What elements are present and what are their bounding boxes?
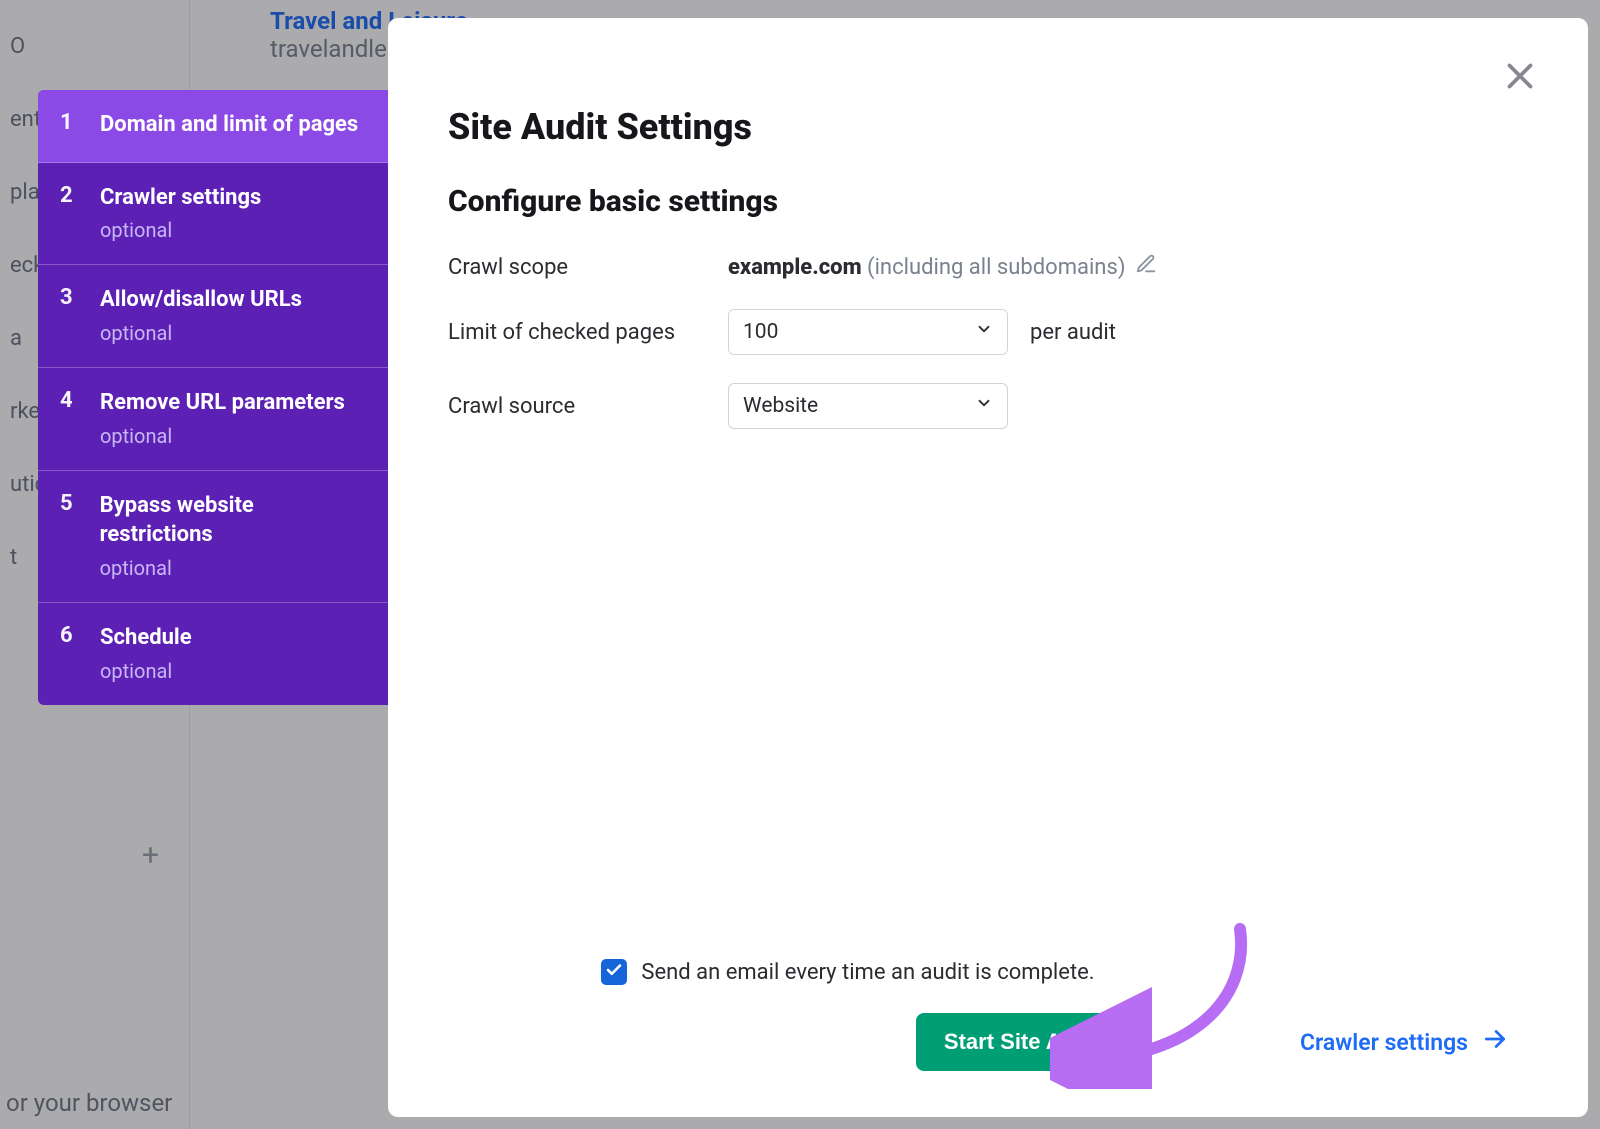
crawl-scope-domain: example.com [728, 255, 862, 280]
site-audit-settings-modal: Site Audit Settings Configure basic sett… [388, 18, 1588, 1117]
limit-pages-select[interactable]: 100 [728, 309, 1008, 355]
modal-title: Site Audit Settings [448, 106, 1508, 148]
wizard-step-optional: optional [100, 556, 366, 580]
chevron-down-icon [975, 394, 993, 418]
modal-subtitle: Configure basic settings [448, 184, 1508, 219]
crawl-source-label: Crawl source [448, 394, 728, 419]
wizard-step-nav: 1 Domain and limit of pages 2 Crawler se… [38, 90, 388, 705]
arrow-right-icon [1482, 1026, 1508, 1058]
crawl-scope-hint: (including all subdomains) [867, 255, 1125, 280]
email-notification-label: Send an email every time an audit is com… [641, 960, 1094, 985]
crawl-source-row: Crawl source Website [448, 383, 1508, 429]
close-icon [1502, 79, 1538, 98]
wizard-step-optional: optional [100, 321, 302, 345]
wizard-step-number: 5 [60, 491, 78, 516]
pencil-icon [1135, 253, 1157, 281]
wizard-step-optional: optional [100, 424, 345, 448]
start-site-audit-button[interactable]: Start Site Audit [916, 1013, 1130, 1071]
wizard-step-2[interactable]: 2 Crawler settings optional [38, 163, 388, 266]
wizard-step-optional: optional [100, 218, 261, 242]
crawl-source-value: Website [743, 394, 818, 418]
wizard-step-1[interactable]: 1 Domain and limit of pages [38, 90, 388, 163]
crawler-settings-link-label: Crawler settings [1300, 1029, 1468, 1056]
wizard-step-4[interactable]: 4 Remove URL parameters optional [38, 368, 388, 471]
wizard-step-number: 4 [60, 388, 78, 413]
wizard-step-number: 1 [60, 110, 78, 135]
wizard-step-title: Bypass website restrictions [100, 491, 366, 550]
crawl-scope-label: Crawl scope [448, 255, 728, 280]
close-button[interactable] [1502, 58, 1538, 94]
wizard-step-number: 3 [60, 285, 78, 310]
wizard-step-title: Allow/disallow URLs [100, 285, 302, 315]
wizard-step-title: Remove URL parameters [100, 388, 345, 418]
crawl-source-select[interactable]: Website [728, 383, 1008, 429]
limit-pages-suffix: per audit [1030, 320, 1116, 345]
wizard-step-optional: optional [100, 659, 192, 683]
wizard-step-5[interactable]: 5 Bypass website restrictions optional [38, 471, 388, 603]
crawl-scope-value: example.com (including all subdomains) [728, 255, 1125, 280]
wizard-step-number: 6 [60, 623, 78, 648]
email-notification-row: Send an email every time an audit is com… [448, 959, 1508, 985]
wizard-step-title: Crawler settings [100, 183, 261, 213]
wizard-step-title: Schedule [100, 623, 192, 653]
email-notification-checkbox[interactable] [601, 959, 627, 985]
wizard-step-number: 2 [60, 183, 78, 208]
limit-pages-row: Limit of checked pages 100 per audit [448, 309, 1508, 355]
crawl-scope-row: Crawl scope example.com (including all s… [448, 253, 1508, 281]
check-icon [605, 960, 623, 985]
limit-pages-label: Limit of checked pages [448, 320, 728, 345]
edit-scope-button[interactable] [1135, 253, 1157, 281]
chevron-down-icon [975, 320, 993, 344]
wizard-step-6[interactable]: 6 Schedule optional [38, 603, 388, 705]
limit-pages-value: 100 [743, 320, 778, 344]
wizard-step-3[interactable]: 3 Allow/disallow URLs optional [38, 265, 388, 368]
modal-footer: Send an email every time an audit is com… [448, 959, 1508, 1071]
crawler-settings-link[interactable]: Crawler settings [1300, 1026, 1508, 1058]
wizard-step-title: Domain and limit of pages [100, 110, 358, 140]
